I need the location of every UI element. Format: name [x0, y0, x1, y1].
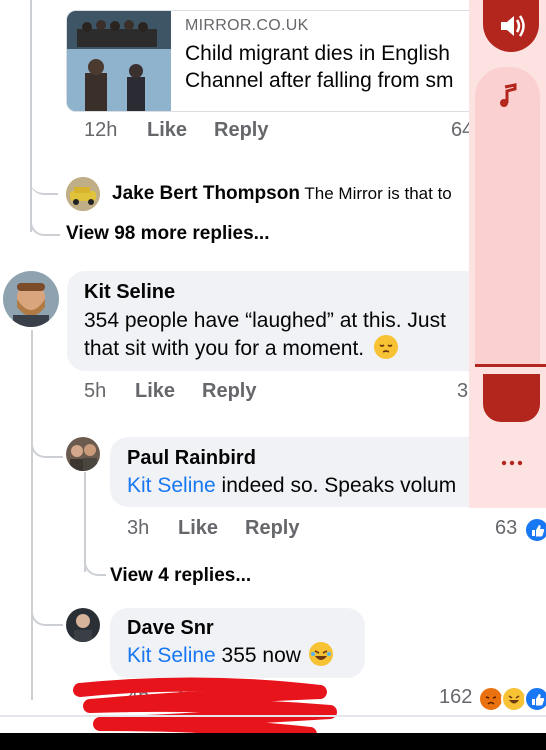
like-reaction-icon-2 [524, 686, 546, 712]
thread-connector-dave [31, 600, 63, 626]
link-source: MIRROR.CO.UK [185, 17, 309, 34]
jake-text: The Mirror is that to [304, 184, 452, 203]
link-title-line1: Child migrant dies in English [185, 42, 450, 65]
dave-text: 355 now [215, 644, 301, 667]
kit-text-line2-wrap: that sit with you for a moment. [84, 335, 398, 361]
paul-like-label: Like [178, 517, 219, 539]
dave-name[interactable]: Dave Snr [127, 617, 214, 640]
paul-reply-label: Reply [245, 517, 300, 539]
kit-reaction-count: 3 [457, 380, 469, 402]
paul-reply-button[interactable]: Reply [245, 517, 299, 540]
music-note-icon [498, 83, 518, 114]
thread-line-kit [31, 330, 33, 700]
bottom-divider [0, 715, 546, 717]
post-like-label: Like [147, 119, 188, 141]
post-reply-label: Reply [214, 119, 269, 141]
volume-slider-fill[interactable] [483, 374, 540, 422]
avatar-paul[interactable] [66, 437, 100, 471]
kit-time[interactable]: 5h [84, 380, 106, 403]
bottom-black-bar [0, 733, 546, 750]
pensive-face-emoji-icon [373, 335, 398, 360]
post-reply-button[interactable]: Reply [214, 119, 268, 142]
paul-text: indeed so. Speaks volum [215, 474, 457, 497]
jake-avatar-image [66, 177, 100, 211]
more-dots-icon[interactable] [500, 455, 524, 473]
speaker-button[interactable] [483, 0, 539, 52]
dave-avatar-image [66, 608, 100, 642]
link-title-line2: Channel after falling from sm [185, 69, 454, 92]
thread-line-top [30, 0, 32, 232]
thread-connector-jake [30, 165, 58, 195]
paul-like-button[interactable]: Like [178, 517, 218, 540]
kit-reply-button[interactable]: Reply [202, 380, 256, 403]
jake-name[interactable]: Jake Bert Thompson [112, 183, 300, 204]
kit-name[interactable]: Kit Seline [84, 281, 175, 304]
link-thumbnail-image [67, 11, 171, 111]
rolling-laughing-emoji-icon [308, 642, 333, 667]
kit-text-line1: 354 people have “laughed” at this. Just [84, 309, 446, 332]
dave-text-wrap: Kit Seline 355 now [127, 642, 333, 668]
avatar-dave[interactable] [66, 608, 100, 642]
paul-text-wrap: Kit Seline indeed so. Speaks volum [127, 474, 456, 498]
kit-text-line2: that sit with you for a moment. [84, 337, 365, 360]
speaker-icon [501, 15, 525, 37]
jake-comment: Jake Bert Thompson The Mirror is that to [112, 183, 452, 205]
post-like-button[interactable]: Like [147, 119, 187, 142]
dave-mention-link[interactable]: Kit Seline [127, 644, 216, 667]
post-time[interactable]: 12h [84, 119, 117, 142]
dave-reaction-count: 162 [439, 686, 473, 708]
kit-like-button[interactable]: Like [135, 380, 175, 403]
paul-avatar-image [66, 437, 100, 471]
paul-name[interactable]: Paul Rainbird [127, 447, 256, 470]
link-preview-card[interactable]: MIRROR.CO.UK Child migrant dies in Engli… [66, 10, 488, 112]
kit-reply-label: Reply [202, 380, 257, 402]
paul-reaction-count: 63 [495, 517, 518, 539]
view-more-replies-link[interactable]: View 98 more replies... [66, 223, 269, 245]
view-4-replies-link[interactable]: View 4 replies... [110, 565, 251, 587]
paul-mention-link[interactable]: Kit Seline [127, 474, 216, 497]
avatar-kit[interactable] [3, 271, 59, 327]
paul-time[interactable]: 3h [127, 517, 149, 540]
volume-slider-divider [475, 364, 546, 367]
like-reaction-icon [524, 517, 546, 543]
thread-connector-paul [31, 430, 63, 458]
avatar-jake[interactable] [66, 177, 100, 211]
kit-like-label: Like [135, 380, 176, 402]
kit-avatar-image [3, 271, 59, 327]
thread-connector-view4 [84, 550, 106, 576]
thread-connector-viewmore [30, 210, 60, 236]
